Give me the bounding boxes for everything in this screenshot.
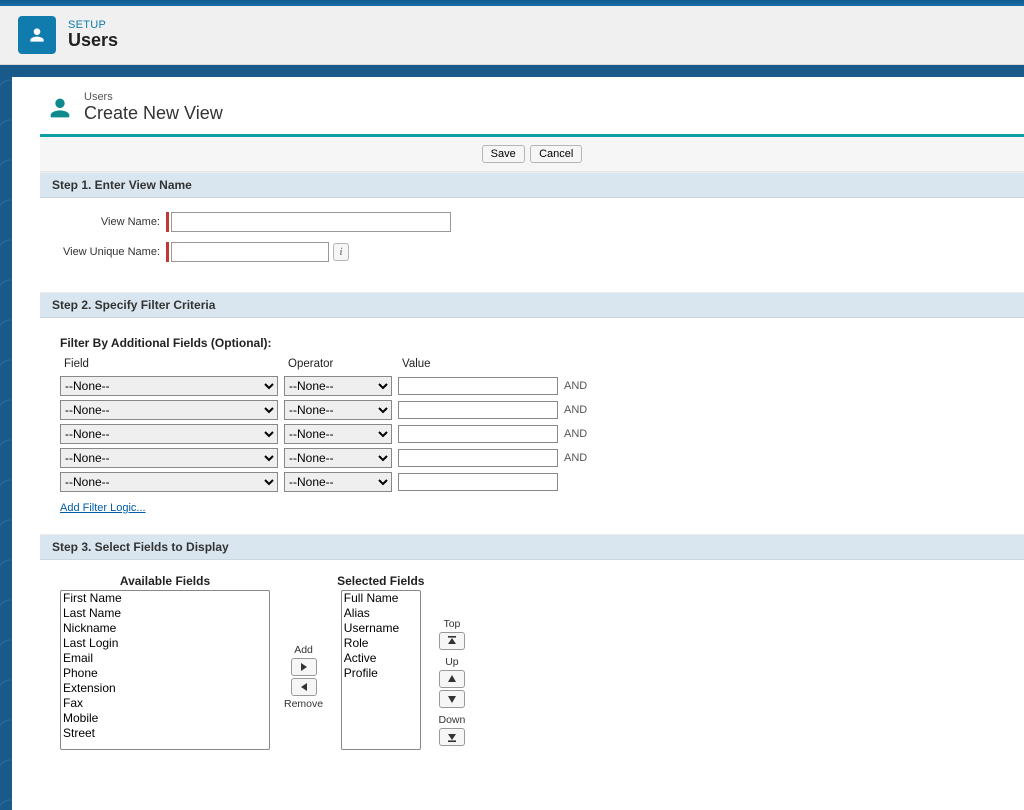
- list-item[interactable]: Alias: [342, 606, 420, 621]
- step2-body: Filter By Additional Fields (Optional): …: [12, 318, 1024, 534]
- unique-name-label: View Unique Name:: [60, 246, 160, 258]
- list-item[interactable]: Last Name: [61, 606, 269, 621]
- breadcrumb: Users: [84, 91, 223, 103]
- filter-value-input[interactable]: [398, 449, 558, 467]
- and-label: AND: [564, 424, 593, 444]
- page-head: Users Create New View: [12, 77, 1024, 134]
- list-item[interactable]: First Name: [61, 591, 269, 606]
- main-panel: Users Create New View Save Cancel Step 1…: [12, 77, 1024, 810]
- list-item[interactable]: Profile: [342, 666, 420, 681]
- list-item[interactable]: Role: [342, 636, 420, 651]
- user-silhouette-icon: [46, 94, 74, 122]
- list-item[interactable]: Last Login: [61, 636, 269, 651]
- add-remove-controls: Add Remove: [284, 644, 323, 710]
- up-label: Up: [445, 656, 458, 668]
- info-icon[interactable]: i: [333, 243, 349, 261]
- required-marker: [166, 242, 169, 262]
- bar-up-icon: [447, 636, 457, 646]
- move-bottom-button[interactable]: [439, 728, 465, 746]
- save-button[interactable]: Save: [482, 145, 525, 163]
- and-label: AND: [564, 400, 593, 420]
- remove-label: Remove: [284, 698, 323, 710]
- add-button[interactable]: [291, 658, 317, 676]
- and-label: AND: [564, 448, 593, 468]
- col-field-header: Field: [60, 358, 284, 372]
- filter-value-input[interactable]: [398, 401, 558, 419]
- page-title: Create New View: [84, 103, 223, 124]
- filter-row: --None-- --None-- AND: [60, 400, 593, 420]
- filter-value-input[interactable]: [398, 425, 558, 443]
- add-label: Add: [294, 644, 313, 656]
- view-name-label: View Name:: [60, 216, 160, 228]
- filter-caption: Filter By Additional Fields (Optional):: [60, 336, 1004, 350]
- list-item[interactable]: Street: [61, 726, 269, 741]
- available-fields-list[interactable]: First NameLast NameNicknameLast LoginEma…: [60, 590, 270, 750]
- list-item[interactable]: Full Name: [342, 591, 420, 606]
- down-label: Down: [438, 714, 465, 726]
- list-item[interactable]: Active: [342, 651, 420, 666]
- header-title: Users: [68, 30, 118, 51]
- bar-down-icon: [447, 732, 457, 742]
- and-label: [564, 472, 593, 492]
- filter-field-select[interactable]: --None--: [60, 424, 278, 444]
- col-value-header: Value: [398, 358, 564, 372]
- filter-field-select[interactable]: --None--: [60, 400, 278, 420]
- list-item[interactable]: Phone: [61, 666, 269, 681]
- filter-field-select[interactable]: --None--: [60, 448, 278, 468]
- filter-operator-select[interactable]: --None--: [284, 400, 392, 420]
- filter-field-select[interactable]: --None--: [60, 376, 278, 396]
- and-label: AND: [564, 376, 593, 396]
- triangle-left-icon: [299, 682, 309, 692]
- top-label: Top: [443, 618, 460, 630]
- col-operator-header: Operator: [284, 358, 398, 372]
- list-item[interactable]: Fax: [61, 696, 269, 711]
- remove-button[interactable]: [291, 678, 317, 696]
- available-fields-title: Available Fields: [60, 574, 270, 588]
- step3-body: Available Fields First NameLast NameNick…: [12, 560, 1024, 770]
- filter-value-input[interactable]: [398, 377, 558, 395]
- action-bar: Save Cancel: [40, 137, 1024, 172]
- step1-body: View Name: View Unique Name: i: [12, 198, 1024, 292]
- filter-table: Field Operator Value --None-- --None-- AND…: [60, 354, 593, 496]
- filter-row: --None-- --None--: [60, 472, 593, 492]
- content-wrap: Users Create New View Save Cancel Step 1…: [0, 65, 1024, 810]
- filter-operator-select[interactable]: --None--: [284, 376, 392, 396]
- users-object-icon: [18, 16, 56, 54]
- move-top-button[interactable]: [439, 632, 465, 650]
- add-filter-logic-link[interactable]: Add Filter Logic...: [60, 502, 146, 514]
- filter-row: --None-- --None-- AND: [60, 376, 593, 396]
- cancel-button[interactable]: Cancel: [530, 145, 582, 163]
- move-up-button[interactable]: [439, 670, 465, 688]
- step3-bar: Step 3. Select Fields to Display: [40, 534, 1024, 560]
- required-marker: [166, 212, 169, 232]
- list-item[interactable]: Nickname: [61, 621, 269, 636]
- filter-operator-select[interactable]: --None--: [284, 472, 392, 492]
- list-item[interactable]: Mobile: [61, 711, 269, 726]
- selected-fields-title: Selected Fields: [337, 574, 424, 588]
- step1-bar: Step 1. Enter View Name: [40, 172, 1024, 198]
- filter-row: --None-- --None-- AND: [60, 448, 593, 468]
- setup-header: SETUP Users: [0, 6, 1024, 65]
- filter-row: --None-- --None-- AND: [60, 424, 593, 444]
- filter-operator-select[interactable]: --None--: [284, 424, 392, 444]
- selected-fields-list[interactable]: Full NameAliasUsernameRoleActiveProfile: [341, 590, 421, 750]
- move-down-button[interactable]: [439, 690, 465, 708]
- view-name-input[interactable]: [171, 212, 451, 232]
- triangle-up-icon: [447, 674, 457, 684]
- list-item[interactable]: Extension: [61, 681, 269, 696]
- triangle-down-icon: [447, 694, 457, 704]
- unique-name-input[interactable]: [171, 242, 329, 262]
- filter-operator-select[interactable]: --None--: [284, 448, 392, 468]
- list-item[interactable]: Email: [61, 651, 269, 666]
- filter-field-select[interactable]: --None--: [60, 472, 278, 492]
- triangle-right-icon: [299, 662, 309, 672]
- step2-bar: Step 2. Specify Filter Criteria: [40, 292, 1024, 318]
- list-item[interactable]: Username: [342, 621, 420, 636]
- filter-value-input[interactable]: [398, 473, 558, 491]
- reorder-controls: Top Up Down: [438, 614, 465, 746]
- header-text: SETUP Users: [68, 19, 118, 51]
